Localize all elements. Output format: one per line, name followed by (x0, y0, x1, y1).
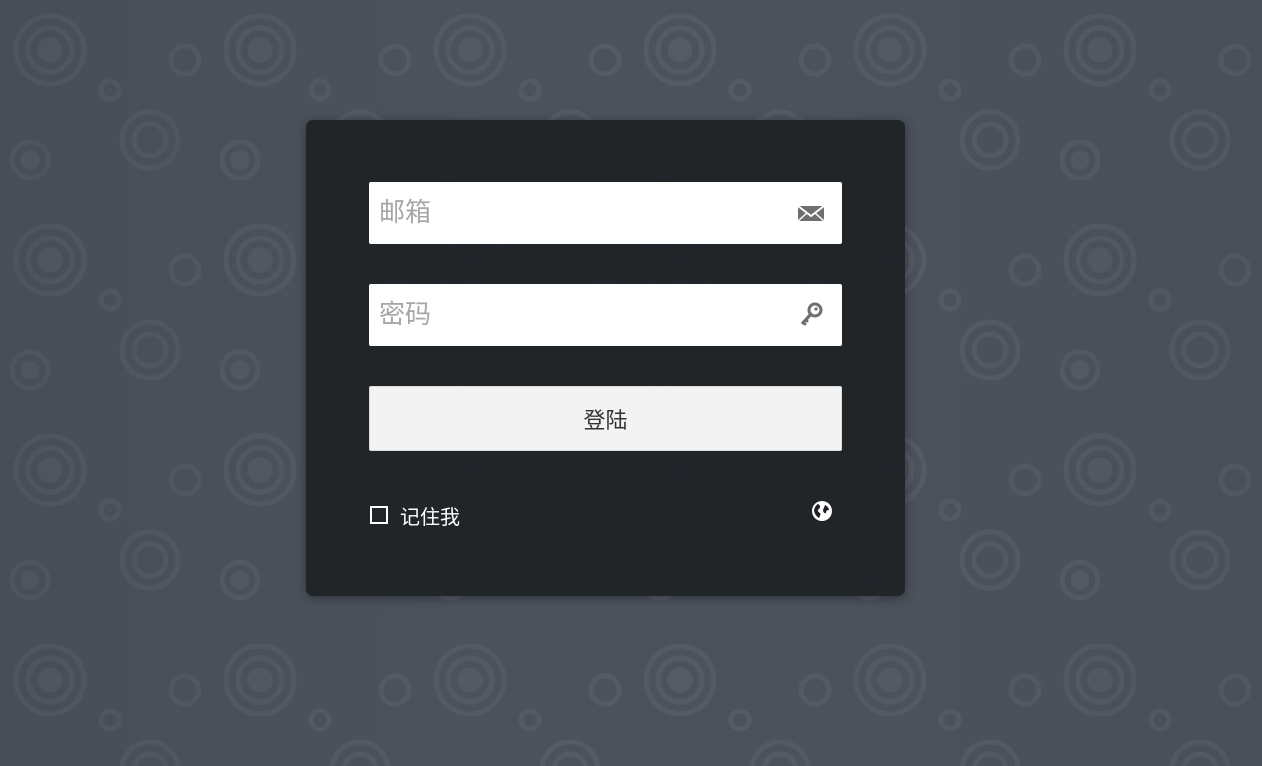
password-input[interactable] (369, 284, 769, 346)
login-button[interactable]: 登陆 (369, 386, 842, 451)
globe-icon[interactable] (811, 500, 833, 522)
remember-me-label: 记住我 (400, 504, 460, 529)
password-field-container (369, 284, 842, 346)
envelope-icon (797, 205, 825, 222)
email-input[interactable] (369, 182, 769, 244)
login-panel: 登陆 记住我 (306, 120, 905, 596)
checkbox-square[interactable] (370, 506, 388, 524)
email-field-container (369, 182, 842, 244)
remember-me-checkbox[interactable]: 记住我 (370, 503, 460, 529)
key-icon (800, 302, 823, 326)
